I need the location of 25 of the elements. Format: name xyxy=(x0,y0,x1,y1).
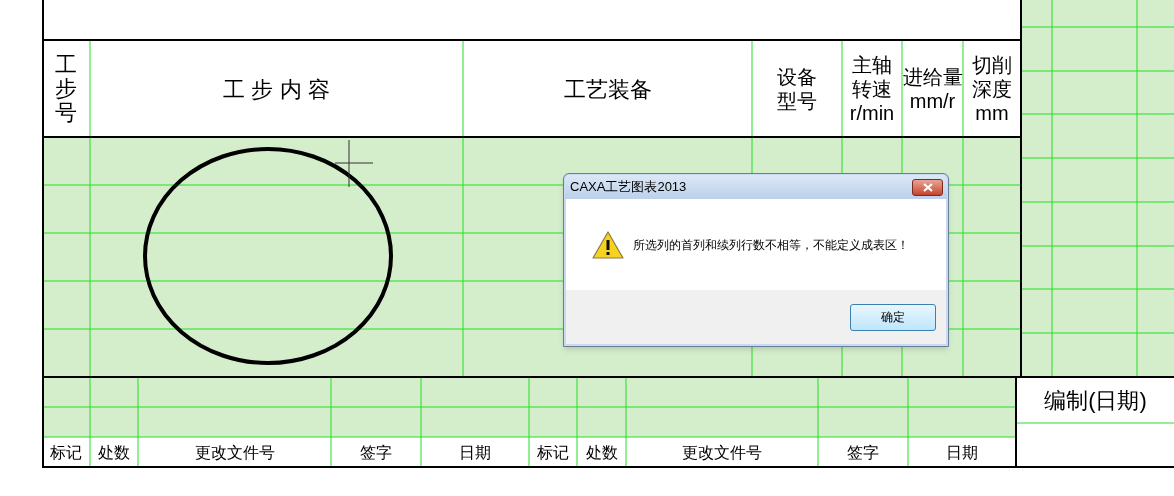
revision-label: 日期 xyxy=(459,442,491,463)
compiled-date-label: 编制(日期) xyxy=(1044,387,1147,415)
revision-label: 签字 xyxy=(847,442,879,463)
column-header: 主轴 转速 r/min xyxy=(849,53,895,125)
column-header: 工艺装备 xyxy=(563,75,652,104)
revision-label: 处数 xyxy=(585,442,618,463)
warning-icon xyxy=(592,230,624,259)
revision-label: 标记 xyxy=(50,442,82,463)
revision-label: 标记 xyxy=(537,442,569,463)
revision-label: 更改文件号 xyxy=(682,442,762,463)
revision-label: 签字 xyxy=(360,442,392,463)
revision-label: 更改文件号 xyxy=(194,442,275,463)
dialog-message: 所选列的首列和续列行数不相等，不能定义成表区！ xyxy=(633,236,909,254)
dialog-title: CAXA工艺图表2013 xyxy=(570,178,687,197)
column-header: 工步号 xyxy=(55,52,77,126)
ok-button[interactable]: 确定 xyxy=(850,303,936,331)
column-header: 设备 型号 xyxy=(777,65,817,113)
close-icon xyxy=(922,182,933,192)
column-header: 切削 深度 mm xyxy=(972,53,1012,125)
column-header: 工 步 内 容 xyxy=(223,75,330,104)
crosshair-cursor-icon xyxy=(334,139,374,188)
close-button[interactable] xyxy=(912,178,943,196)
column-header: 进给量 mm/r xyxy=(902,65,963,113)
revision-label: 日期 xyxy=(946,442,978,463)
revision-label: 处数 xyxy=(98,442,130,463)
